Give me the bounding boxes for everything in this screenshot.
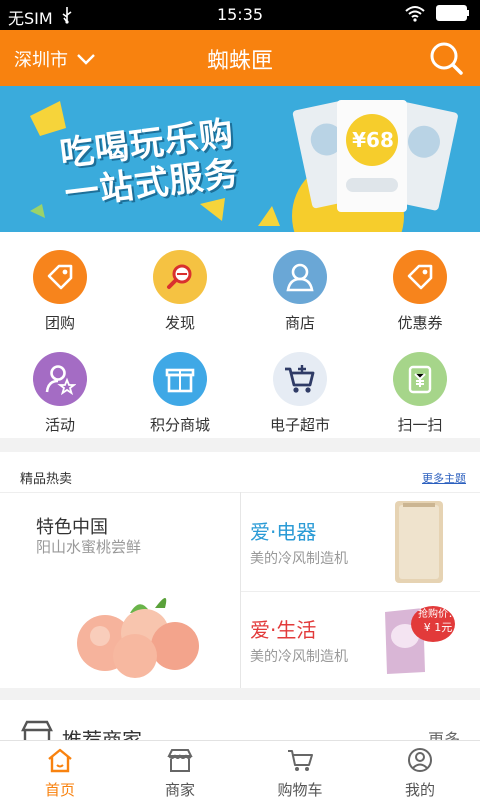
user-star-icon: [33, 352, 87, 406]
feature-subtitle: 美的冷风制造机: [250, 551, 348, 567]
wifi-icon: [404, 4, 426, 26]
menu-label: 活动: [44, 416, 75, 434]
feature-subtitle: 美的冷风制造机: [250, 649, 348, 665]
app-header: 深圳市 蜘蛛匣: [0, 30, 480, 86]
menu-item-store[interactable]: 商店: [240, 250, 360, 333]
tab-profile[interactable]: 我的: [360, 747, 480, 800]
menu-item-activity[interactable]: 活动: [0, 352, 120, 435]
menu-label: 优惠券: [397, 314, 443, 332]
tab-label: 我的: [404, 781, 435, 799]
feature-title: 爱·生活: [250, 618, 317, 642]
menu-item-supermarket[interactable]: 电子超市: [240, 352, 360, 435]
home-icon: [46, 748, 74, 777]
feature-title: 爱·电器: [250, 520, 317, 544]
peach-image: [77, 598, 199, 678]
price-badge-value: ¥ 1元: [423, 621, 453, 634]
feature-card-china[interactable]: 特色中国 阳山水蜜桃尝鲜: [0, 493, 240, 688]
search-icon: [428, 42, 464, 80]
page-title: 蜘蛛匣: [206, 49, 273, 74]
tag-icon: [33, 250, 87, 304]
profile-icon: [406, 748, 434, 777]
search-button[interactable]: [428, 40, 464, 80]
feature-subtitle: 阳山水蜜桃尝鲜: [36, 538, 142, 556]
user-icon: [273, 250, 327, 304]
tab-label: 首页: [44, 781, 75, 799]
cart-icon: [273, 352, 327, 406]
menu-item-coupon[interactable]: 优惠券: [360, 250, 480, 333]
menu-label: 商店: [284, 314, 315, 332]
menu-item-groupbuy[interactable]: 团购: [0, 250, 120, 333]
more-topics-link[interactable]: 更多主题: [422, 470, 466, 486]
store-icon: [166, 749, 194, 777]
menu-item-scan[interactable]: 扫一扫: [360, 352, 480, 435]
section-title: 推荐商家: [62, 728, 142, 740]
menu-label: 发现: [164, 314, 195, 332]
recommended-merchants-header: 推荐商家 更多: [0, 700, 480, 740]
bottom-tab-bar: 首页 商家 购物车 我的: [0, 740, 480, 800]
air-purifier-image: [395, 501, 443, 583]
tab-cart[interactable]: 购物车: [240, 747, 360, 800]
menu-label: 扫一扫: [397, 416, 443, 434]
ticket-price: ¥68: [352, 128, 394, 152]
scan-icon: [393, 352, 447, 406]
menu-label: 团购: [44, 314, 75, 332]
tab-home[interactable]: 首页: [0, 747, 120, 800]
section-title: 精品热卖: [20, 472, 73, 487]
tab-label: 商家: [164, 781, 195, 799]
feature-card-appliance[interactable]: 爱·电器 美的冷风制造机: [241, 493, 480, 591]
tab-merchants[interactable]: 商家: [120, 747, 240, 800]
category-menu: 团购 发现 商店 优惠券 活动 积分商城 电子超市 扫一扫: [0, 232, 480, 438]
tab-label: 购物车: [277, 781, 323, 799]
gift-icon: [153, 352, 207, 406]
shop-icon: [20, 720, 54, 740]
price-badge-label: 抢购价：: [418, 609, 458, 620]
promo-banner[interactable]: 吃喝玩乐购 一站式服务 ¥68: [0, 86, 480, 232]
battery-icon: [436, 4, 470, 26]
more-link[interactable]: 更多: [428, 726, 460, 740]
menu-item-points-mall[interactable]: 积分商城: [120, 352, 240, 435]
magnifier-icon: [153, 250, 207, 304]
coupon-tag-icon: [393, 250, 447, 304]
cart-icon: [286, 750, 314, 777]
menu-label: 积分商城: [149, 416, 210, 434]
feature-card-life[interactable]: 爱·生活 美的冷风制造机 抢购价： ¥ 1元: [241, 592, 480, 688]
menu-item-discover[interactable]: 发现: [120, 250, 240, 333]
status-bar: 无SIM 15:35: [0, 0, 480, 30]
menu-label: 电子超市: [269, 416, 330, 434]
price-badge: 抢购价： ¥ 1元: [415, 608, 461, 634]
hot-sales-section: 精品热卖 更多主题 特色中国 阳山水蜜桃尝鲜 爱·电器 美的冷风制造机 爱·生活…: [0, 452, 480, 688]
